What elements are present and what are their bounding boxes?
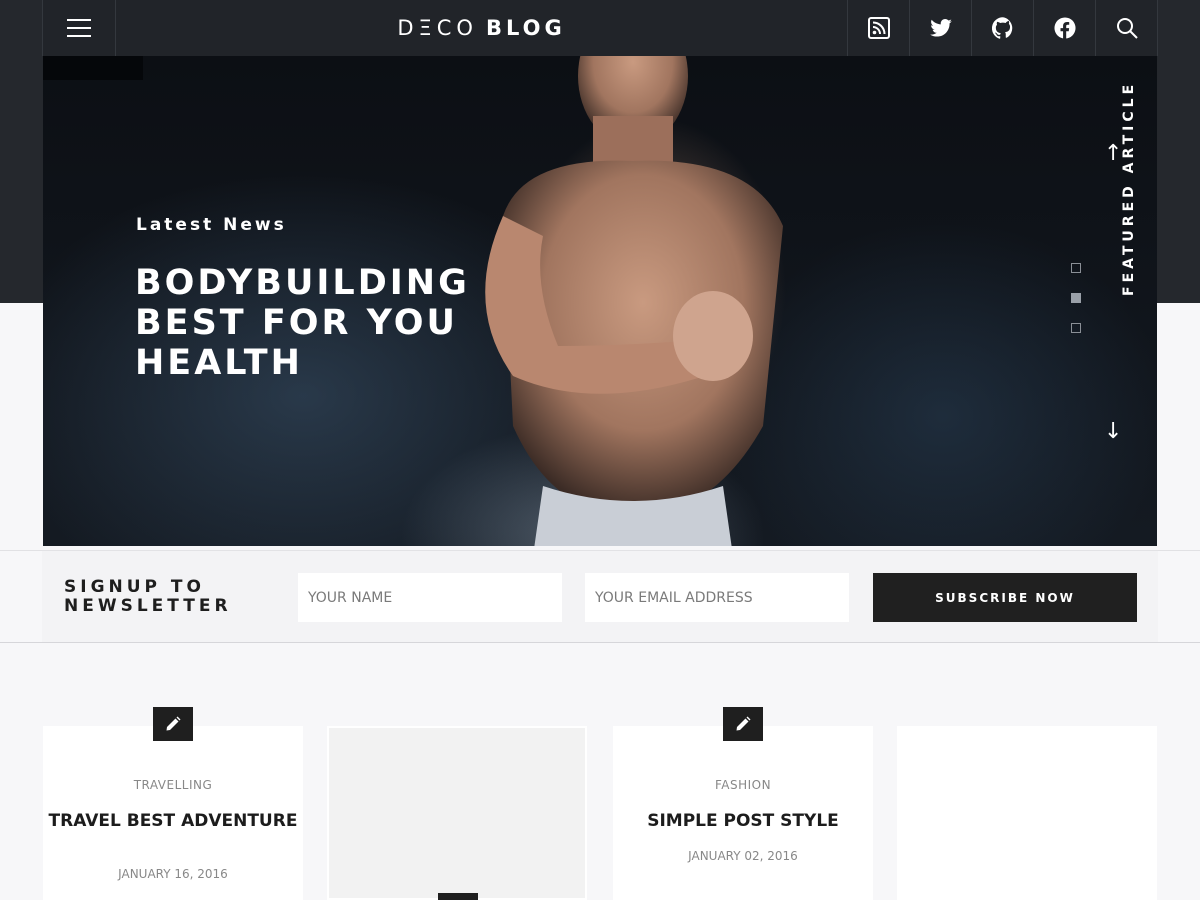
- subscribe-button[interactable]: SUBSCRIBE NOW: [873, 573, 1137, 622]
- pencil-icon: [736, 716, 751, 731]
- rss-button[interactable]: [847, 0, 909, 56]
- arrow-down-icon[interactable]: ↓: [1104, 421, 1122, 443]
- search-button[interactable]: [1095, 0, 1157, 56]
- post-date: JANUARY 16, 2016: [118, 867, 228, 881]
- post-card-4[interactable]: [897, 726, 1157, 900]
- menu-icon: [67, 19, 91, 37]
- edit-badge: [723, 707, 763, 741]
- search-icon: [1116, 18, 1138, 39]
- post-card-3[interactable]: FASHION SIMPLE POST STYLE JANUARY 02, 20…: [613, 726, 873, 900]
- social-links: [847, 0, 1158, 56]
- slide-dot-3[interactable]: [1071, 323, 1081, 333]
- hero-title[interactable]: BODYBUILDING BEST FOR YOU HEALTH: [135, 263, 555, 383]
- menu-button[interactable]: [42, 0, 116, 56]
- facebook-button[interactable]: [1033, 0, 1095, 56]
- post-card-2[interactable]: [327, 726, 587, 900]
- pencil-icon: [166, 716, 181, 731]
- hero-slider[interactable]: Latest News BODYBUILDING BEST FOR YOU HE…: [43, 56, 1157, 546]
- slide-dot-2[interactable]: [1071, 293, 1081, 303]
- email-input[interactable]: [585, 573, 849, 622]
- post-card-1[interactable]: TRAVELLING TRAVEL BEST ADVENTURE JANUARY…: [43, 726, 303, 900]
- hero-subtitle: Latest News: [136, 215, 287, 235]
- rss-icon: [867, 17, 890, 39]
- twitter-button[interactable]: [909, 0, 971, 56]
- logo-deco: DΞCO: [397, 16, 478, 40]
- logo-blog: BLOG: [485, 16, 566, 40]
- twitter-icon: [929, 19, 952, 37]
- edit-badge: [153, 707, 193, 741]
- site-header: DΞCO BLOG: [42, 0, 1158, 56]
- slide-dot-1[interactable]: [1071, 263, 1081, 273]
- post-category[interactable]: FASHION: [613, 778, 873, 792]
- card-badge: [438, 893, 478, 900]
- post-category[interactable]: TRAVELLING: [43, 778, 303, 792]
- facebook-icon: [1053, 17, 1076, 39]
- post-title[interactable]: SIMPLE POST STYLE: [613, 811, 873, 831]
- github-button[interactable]: [971, 0, 1033, 56]
- divider-bottom: [0, 642, 1200, 643]
- name-input[interactable]: [298, 573, 562, 622]
- post-date: JANUARY 02, 2016: [688, 849, 798, 863]
- newsletter-title: SIGNUP TO NEWSLETTER: [64, 577, 232, 616]
- arrow-up-icon[interactable]: ↑: [1104, 143, 1122, 165]
- github-icon: [991, 17, 1012, 39]
- post-title[interactable]: TRAVEL BEST ADVENTURE: [43, 811, 303, 831]
- featured-article-label: FEATURED ARTICLE: [1121, 80, 1137, 296]
- hero-shadow: [43, 56, 143, 80]
- site-logo[interactable]: DΞCO BLOG: [116, 0, 847, 56]
- newsletter-section: SIGNUP TO NEWSLETTER SUBSCRIBE NOW: [42, 550, 1158, 643]
